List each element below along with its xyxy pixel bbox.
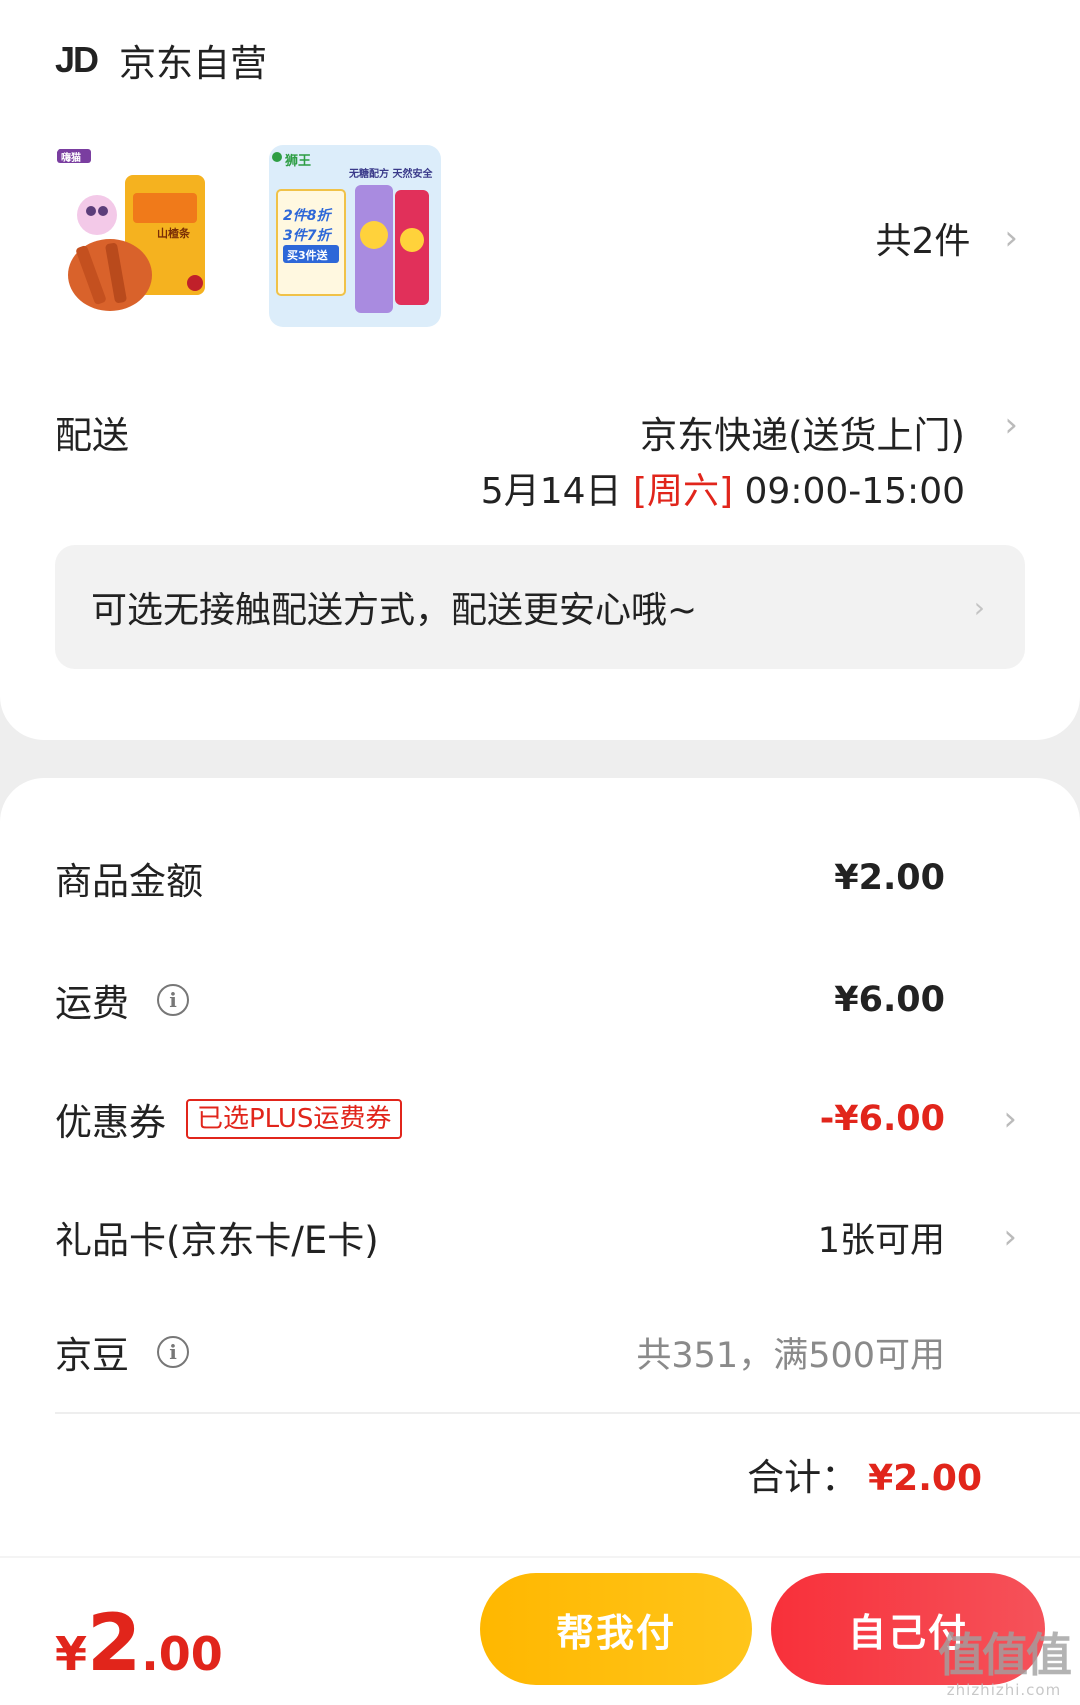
chevron-right-icon: › [1003,1099,1017,1139]
product-slogan: 无糖配方 天然安全 [349,169,433,180]
gift-card-row[interactable]: 礼品卡(京东卡/E卡) 1张可用 › [55,1207,1025,1267]
divider [55,1412,1080,1414]
coupon-label: 优惠券 [55,1101,166,1144]
price-decimal: .00 [141,1627,223,1681]
product-promo-line: 2件8折 [283,208,331,224]
watermark-logo: 值值值 [938,1628,1072,1682]
chevron-right-icon: › [1004,218,1018,258]
product-image-snack[interactable]: 嗨猫 山楂条 [55,145,227,327]
chevron-right-icon: › [973,590,985,624]
snack-package-icon [57,149,205,311]
product-promo-line: 3件7折 [283,228,331,244]
coupon-value: -¥6.00 [819,1099,945,1139]
gift-card-value: 1张可用 [817,1220,945,1261]
jd-bean-label: 京豆 [55,1334,129,1377]
coupon-tag: 已选PLUS运费券 [186,1099,403,1139]
jd-bean-row: 京豆 i 共351，满500可用 [55,1322,1025,1382]
gift-card-label: 礼品卡(京东卡/E卡) [55,1219,379,1262]
delivery-day: 5月14日 [480,471,622,512]
watermark: 值值值 zhizhizhi.com [938,1628,1072,1699]
chevron-right-icon[interactable]: › [1004,405,1018,445]
delivery-date[interactable]: 5月14日 [周六] 09:00-15:00 [481,462,965,514]
shipping-fee-label: 运费 [55,982,129,1025]
subtotal-label: 合计： [747,1456,859,1499]
price-integer: 2 [87,1599,142,1689]
goods-amount-label: 商品金额 [55,860,203,903]
product-image-toothpaste[interactable]: 狮王 无糖配方 天然安全 2件8折 3件7折 买3件送 [269,145,441,327]
product-sub-label: 山楂条 [157,227,190,240]
jd-logo-icon: JD [55,39,99,80]
shipping-fee-row: 运费 i ¥6.00 [55,970,1025,1030]
product-thumbnails[interactable]: 嗨猫 山楂条 狮王 无糖配方 天然安全 2件8折 3件7折 买3件送 [55,145,441,327]
shop-name: 京东自营 [119,42,268,85]
goods-amount-value: ¥2.00 [834,858,945,898]
shipping-fee-value: ¥6.00 [834,980,945,1020]
watermark-url: zhizhizhi.com [946,1681,1062,1699]
delivery-weekday: [周六] [632,471,734,512]
product-promo-line: 买3件送 [287,249,328,262]
delivery-time: 09:00-15:00 [744,471,965,512]
subtotal-row: 合计： ¥2.00 [747,1447,982,1501]
payable-price: ¥ 2 .00 [55,1605,223,1683]
notice-text: 可选无接触配送方式，配送更安心哦~ [91,590,698,631]
product-brand-label: 嗨猫 [61,153,81,164]
goods-amount-row: 商品金额 ¥2.00 [55,848,1025,908]
coupon-label-wrap: 优惠券 已选PLUS运费券 [55,1092,403,1146]
order-shop-card: JD 京东自营 嗨猫 山楂条 狮王 无糖配方 天然安全 2件8折 3件7折 买3… [0,0,1080,740]
delivery-label: 配送 [55,414,129,457]
coupon-row[interactable]: 优惠券 已选PLUS运费券 -¥6.00 › [55,1089,1025,1149]
chevron-right-icon: › [1003,1217,1017,1257]
contactless-delivery-notice[interactable]: 可选无接触配送方式，配送更安心哦~ › [55,545,1025,669]
help-me-pay-button[interactable]: 帮我付 [480,1573,752,1685]
info-circle-icon[interactable]: i [157,1336,189,1368]
price-currency: ¥ [55,1627,88,1681]
product-count-link[interactable]: 共2件 › [875,212,1018,264]
info-circle-icon[interactable]: i [157,984,189,1016]
jd-bean-label-wrap: 京豆 i [55,1325,189,1379]
product-count: 共2件 [875,221,971,262]
shop-header: JD 京东自营 [55,30,267,90]
jd-bean-value: 共351，满500可用 [636,1335,945,1376]
subtotal-value: ¥2.00 [868,1458,982,1499]
shipping-fee-label-wrap: 运费 i [55,973,189,1027]
delivery-method[interactable]: 京东快递(送货上门) [640,405,965,459]
product-brand-label: 狮王 [285,154,312,169]
